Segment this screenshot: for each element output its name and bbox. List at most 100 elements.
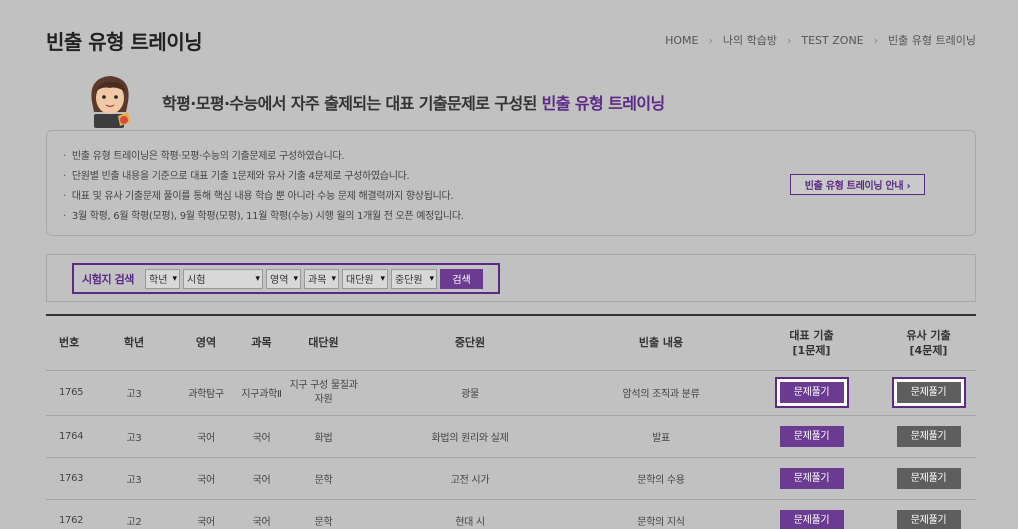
col-major-unit: 대단원 (287, 316, 360, 371)
cell-subject: 국어 (236, 457, 287, 500)
cell-middle-unit: 현대 시 (360, 499, 580, 529)
col-similar-line1: 유사 기출 (906, 328, 951, 342)
chevron-down-icon: ▾ (380, 273, 386, 284)
table-row: 1764 고3 국어 국어 화법 화법의 원리와 실제 발표 문제풀기 문제풀기 (46, 415, 976, 458)
cell-representative: 문제풀기 (742, 415, 881, 458)
col-representative-line1: 대표 기출 (789, 328, 834, 342)
breadcrumb-separator-icon: › (786, 33, 792, 47)
major-unit-select-value: 대단원 (346, 275, 374, 286)
cell-content: 암석의 조직과 분류 (580, 370, 742, 416)
cell-content: 문학의 지식 (580, 499, 742, 529)
exam-select[interactable]: 시험 ▾ (183, 268, 264, 289)
solve-representative-button[interactable]: 문제풀기 (779, 509, 844, 529)
major-unit-select[interactable]: 대단원 ▾ (342, 268, 389, 289)
middle-unit-select[interactable]: 중단원 ▾ (391, 268, 438, 289)
cell-major-unit: 화법 (287, 415, 360, 458)
grade-select[interactable]: 학년 ▾ (145, 268, 181, 289)
solve-similar-button[interactable]: 문제풀기 (896, 382, 961, 403)
cell-area: 국어 (176, 457, 236, 500)
table-header-row: 번호 학년 영역 과목 대단원 중단원 빈출 내용 대표 기출 [1문제] 유사 … (46, 316, 976, 371)
breadcrumb-home[interactable]: HOME (665, 34, 698, 47)
grade-select-value: 학년 (149, 275, 168, 286)
highlight-frame: 문제풀기 (891, 377, 966, 408)
highlight-frame: 문제풀기 (774, 377, 849, 408)
cell-area: 국어 (176, 415, 236, 458)
cell-similar: 문제풀기 (881, 457, 976, 500)
cell-grade: 고3 (92, 457, 176, 500)
solve-representative-button[interactable]: 문제풀기 (779, 382, 844, 403)
search-area: 시험지 검색 학년 ▾ 시험 ▾ 영역 ▾ 과목 ▾ 대단원 ▾ 중단원 ▾ 검색 (46, 254, 976, 302)
cell-middle-unit: 광물 (360, 370, 580, 416)
cell-no: 1763 (46, 457, 92, 500)
cell-grade: 고3 (92, 370, 176, 416)
col-grade: 학년 (92, 316, 176, 371)
info-box: 빈출 유형 트레이닝은 학평·모평·수능의 기출문제로 구성하였습니다. 단원별… (46, 130, 976, 236)
info-bullet: 단원별 빈출 내용을 기준으로 대표 기출 1문제와 유사 기출 4문제로 구성… (63, 167, 464, 187)
col-no: 번호 (46, 316, 92, 371)
info-bullet: 대표 및 유사 기출문제 풀이를 통해 핵심 내용 학습 뿐 아니라 수능 문제… (63, 187, 464, 207)
cell-similar: 문제풀기 (881, 415, 976, 458)
cell-no: 1762 (46, 499, 92, 529)
cell-area: 과학탐구 (176, 370, 236, 416)
cell-major-unit: 문학 (287, 457, 360, 500)
cell-similar: 문제풀기 (881, 499, 976, 529)
intro-headline-accent: 빈출 유형 트레이닝 (541, 94, 666, 113)
cell-middle-unit: 고전 시가 (360, 457, 580, 500)
search-box: 시험지 검색 학년 ▾ 시험 ▾ 영역 ▾ 과목 ▾ 대단원 ▾ 중단원 ▾ 검색 (72, 263, 500, 294)
chevron-down-icon: ▾ (172, 273, 178, 284)
solve-similar-button[interactable]: 문제풀기 (896, 509, 961, 529)
cell-no: 1765 (46, 370, 92, 416)
cell-content: 문학의 수용 (580, 457, 742, 500)
breadcrumb-test-zone[interactable]: TEST ZONE (801, 34, 863, 47)
girl-character-illustration (82, 72, 138, 130)
col-subject: 과목 (236, 316, 287, 371)
table-row: 1763 고3 국어 국어 문학 고전 시가 문학의 수용 문제풀기 문제풀기 (46, 457, 976, 500)
solve-representative-button[interactable]: 문제풀기 (779, 467, 844, 489)
cell-subject: 국어 (236, 499, 287, 529)
breadcrumb-my-study[interactable]: 나의 학습방 (723, 32, 777, 48)
subject-select[interactable]: 과목 ▾ (304, 268, 340, 289)
breadcrumb-separator-icon: › (708, 33, 713, 47)
col-representative: 대표 기출 [1문제] (742, 316, 881, 371)
chevron-down-icon: ▾ (255, 273, 261, 284)
solve-similar-button[interactable]: 문제풀기 (896, 467, 961, 489)
cell-representative: 문제풀기 (742, 370, 881, 416)
info-list: 빈출 유형 트레이닝은 학평·모평·수능의 기출문제로 구성하였습니다. 단원별… (63, 147, 464, 227)
breadcrumb-separator-icon: › (873, 33, 879, 47)
area-select[interactable]: 영역 ▾ (266, 268, 302, 289)
training-table: 번호 학년 영역 과목 대단원 중단원 빈출 내용 대표 기출 [1문제] 유사 … (46, 316, 976, 529)
table-row: 1762 고2 국어 국어 문학 현대 시 문학의 지식 문제풀기 문제풀기 (46, 499, 976, 529)
col-similar-line2: [4문제] (909, 343, 948, 357)
middle-unit-select-value: 중단원 (395, 275, 423, 286)
info-bullet: 3월 학평, 6월 학평(모평), 9월 학평(모평), 11월 학평(수능) … (63, 207, 464, 227)
cell-middle-unit: 화법의 원리와 실제 (360, 415, 580, 458)
area-select-value: 영역 (270, 275, 289, 286)
cell-grade: 고3 (92, 415, 176, 458)
chevron-down-icon: ▾ (293, 273, 299, 284)
cell-representative: 문제풀기 (742, 457, 881, 500)
training-guide-button[interactable]: 빈출 유형 트레이닝 안내 › (790, 174, 925, 195)
col-content: 빈출 내용 (580, 316, 742, 371)
search-label: 시험지 검색 (82, 272, 135, 286)
search-button[interactable]: 검색 (440, 268, 484, 289)
cell-subject: 국어 (236, 415, 287, 458)
cell-subject: 지구과학Ⅱ (236, 370, 287, 416)
solve-similar-button[interactable]: 문제풀기 (896, 425, 961, 447)
cell-no: 1764 (46, 415, 92, 458)
page-title: 빈출 유형 트레이닝 (46, 30, 203, 54)
cell-similar: 문제풀기 (881, 370, 976, 416)
cell-major-unit: 문학 (287, 499, 360, 529)
cell-area: 국어 (176, 499, 236, 529)
intro-headline-main: 학평·모평·수능에서 자주 출제되는 대표 기출문제로 구성된 (162, 94, 542, 113)
breadcrumb-current: 빈출 유형 트레이닝 (888, 34, 976, 47)
col-middle-unit: 중단원 (360, 316, 580, 371)
col-area: 영역 (176, 316, 236, 371)
info-bullet: 빈출 유형 트레이닝은 학평·모평·수능의 기출문제로 구성하였습니다. (63, 147, 464, 167)
chevron-down-icon: ▾ (429, 273, 435, 284)
table-row: 1765 고3 과학탐구 지구과학Ⅱ 지구 구성 물질과 자원 광물 암석의 조… (46, 370, 976, 416)
cell-content: 발표 (580, 415, 742, 458)
solve-representative-button[interactable]: 문제풀기 (779, 425, 844, 447)
col-representative-line2: [1문제] (792, 343, 831, 357)
cell-grade: 고2 (92, 499, 176, 529)
intro-headline: 학평·모평·수능에서 자주 출제되는 대표 기출문제로 구성된 빈출 유형 트레… (162, 90, 665, 114)
